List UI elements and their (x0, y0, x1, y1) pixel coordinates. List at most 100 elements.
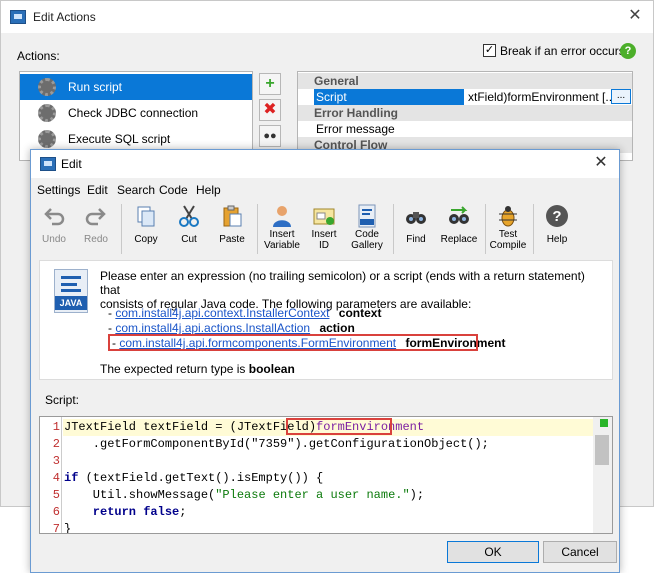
code-keyword: if (64, 471, 79, 485)
code-line-7: } (64, 522, 72, 534)
code-line-4: if (textField.getText().isEmpty()) { (64, 471, 323, 485)
svg-text:?: ? (552, 208, 561, 225)
edit-dialog-titlebar: Edit ✕ (31, 150, 619, 178)
prop-category-error-handling[interactable]: Error Handling (298, 105, 632, 121)
paste-label: Paste (219, 234, 245, 245)
menu-edit[interactable]: Edit (87, 183, 108, 197)
line-number: 6 (52, 505, 60, 519)
copy-button[interactable]: Copy (125, 202, 167, 256)
app-window-icon (40, 157, 56, 171)
info-description: Please enter an expression (no trailing … (100, 269, 600, 311)
insert-id-label-2: ID (319, 240, 329, 251)
code-text: ); (409, 488, 425, 502)
close-icon[interactable]: ✕ (625, 6, 645, 26)
insert-variable-label-2: Variable (264, 240, 300, 251)
delete-action-button[interactable]: ✖ (259, 99, 281, 121)
copy-icon (137, 206, 155, 227)
return-prefix: The expected return type is (100, 362, 246, 376)
param-action: - com.install4j.api.actions.InstallActio… (108, 321, 355, 335)
edit-actions-titlebar: Edit Actions ✕ (1, 1, 653, 33)
java-file-icon (358, 204, 376, 228)
prop-value-error-message (466, 121, 611, 137)
replace-icon (449, 206, 469, 224)
param-dash: - (108, 306, 112, 320)
close-icon[interactable]: ✕ (591, 153, 611, 173)
prop-value-script: xtField)formEnvironment [...] (468, 90, 611, 104)
java-icon: JAVA (54, 269, 88, 313)
prop-category-general[interactable]: General (298, 73, 632, 89)
scissors-icon (179, 205, 199, 227)
toolbar-separator (393, 204, 394, 254)
user-icon (273, 206, 291, 227)
help-button[interactable]: ? Help (537, 202, 577, 256)
code-gallery-label-2: Gallery (351, 240, 383, 251)
toolbar-separator (257, 204, 258, 254)
action-item-label: Run script (68, 80, 123, 94)
binoculars-icon (406, 212, 426, 224)
find-action-button[interactable]: ●● (259, 125, 281, 147)
paste-button[interactable]: Paste (211, 202, 253, 256)
menu-settings[interactable]: Settings (37, 183, 80, 197)
replace-button[interactable]: Replace (437, 202, 481, 256)
replace-label: Replace (440, 234, 478, 245)
code-text: Util.showMessage( (64, 488, 216, 502)
toolbar: Undo Redo Copy Cut Paste Insert Variable… (31, 202, 619, 258)
action-item-label: Check JDBC connection (68, 106, 199, 120)
menu-help[interactable]: Help (196, 183, 221, 197)
code-gallery-button[interactable]: Code Gallery (347, 202, 387, 256)
code-text: JTextField textField = (JTextField) (64, 420, 317, 434)
param-context-link[interactable]: com.install4j.api.context.InstallerConte… (115, 306, 329, 320)
action-item-label: Execute SQL script (68, 132, 171, 146)
action-item-run-script[interactable]: Run script (20, 74, 252, 100)
line-number: 2 (52, 437, 60, 451)
line-number: 4 (52, 471, 60, 485)
edit-script-ellipsis-button[interactable]: ... (611, 89, 631, 104)
help-icon: ? (546, 205, 568, 227)
line-number: 7 (52, 522, 60, 534)
scrollbar-thumb[interactable] (595, 435, 609, 465)
code-editor[interactable]: 1 2 3 4 5 6 7 JTextField textField = (JT… (39, 416, 613, 534)
script-label: Script: (45, 393, 80, 407)
gear-icon (38, 78, 56, 96)
prop-row-error-message[interactable]: Error message (298, 121, 632, 137)
menu-code[interactable]: Code (159, 183, 188, 197)
find-label: Find (406, 234, 426, 245)
ok-button[interactable]: OK (447, 541, 539, 563)
find-button[interactable]: Find (397, 202, 435, 256)
break-on-error-checkbox[interactable]: ✓ (483, 44, 496, 57)
edit-dialog: Edit ✕ Settings Edit Search Code Help Un… (30, 149, 620, 573)
code-string: "Please enter a user name." (215, 488, 410, 502)
cut-button[interactable]: Cut (169, 202, 209, 256)
highlight-box (286, 418, 392, 435)
help-icon[interactable]: ? (620, 43, 636, 59)
param-context-name: context (338, 306, 382, 320)
line-number: 5 (52, 488, 60, 502)
insert-variable-button[interactable]: Insert Variable (261, 202, 303, 256)
param-action-link[interactable]: com.install4j.api.actions.InstallAction (115, 321, 310, 335)
line-number: 3 (52, 454, 60, 468)
info-line-1: Please enter an expression (no trailing … (100, 269, 585, 297)
code-line-6: return false; (64, 505, 187, 519)
redo-label: Redo (84, 234, 108, 245)
break-on-error-label: Break if an error occurs (500, 44, 625, 58)
line-number-gutter: 1 2 3 4 5 6 7 (40, 417, 62, 533)
property-grid: General Script xtField)formEnvironment [… (297, 71, 633, 161)
code-gallery-label-1: Code (355, 229, 379, 240)
insert-id-button[interactable]: Insert ID (305, 202, 343, 256)
bug-icon (499, 206, 517, 227)
actions-label: Actions: (17, 49, 60, 63)
edit-dialog-title: Edit (61, 157, 82, 171)
status-ok-marker (600, 419, 608, 427)
undo-button[interactable]: Undo (35, 202, 73, 256)
cut-label: Cut (181, 234, 197, 245)
menu-search[interactable]: Search (117, 183, 155, 197)
redo-button[interactable]: Redo (77, 202, 115, 256)
code-line-2: .getFormComponentById("7359").getConfigu… (64, 437, 489, 451)
add-action-button[interactable]: + (259, 73, 281, 95)
prop-row-script[interactable]: Script xtField)formEnvironment [...] (298, 89, 632, 105)
highlight-box (108, 334, 478, 351)
action-item-check-jdbc[interactable]: Check JDBC connection (20, 100, 252, 126)
test-compile-button[interactable]: Test Compile (487, 202, 529, 256)
action-list: Run script Check JDBC connection Execute… (19, 71, 253, 161)
cancel-button[interactable]: Cancel (543, 541, 617, 563)
